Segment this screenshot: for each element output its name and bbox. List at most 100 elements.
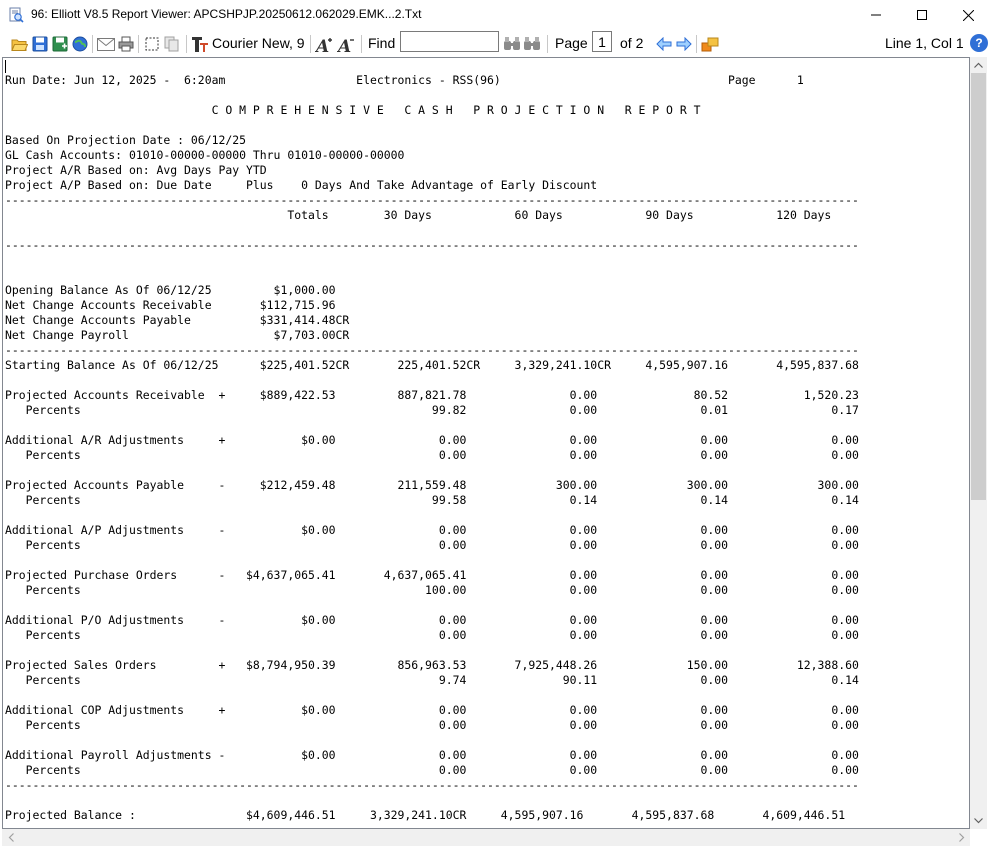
previous-page-button[interactable] bbox=[655, 34, 672, 54]
scroll-up-button[interactable] bbox=[970, 57, 987, 73]
font-larger-icon: A bbox=[315, 37, 332, 53]
report-line: GL Cash Accounts: 01010-00000-00000 Thru… bbox=[5, 148, 405, 162]
report-line: Projected Sales Orders + $8,794,950.39 8… bbox=[5, 658, 859, 672]
save-button[interactable] bbox=[31, 34, 49, 54]
report-line: Percents 0.00 0.00 0.00 0.00 bbox=[5, 628, 859, 642]
copy-button[interactable] bbox=[163, 34, 181, 54]
maximize-icon bbox=[917, 10, 927, 20]
toolbar-separator bbox=[696, 35, 697, 53]
chevron-down-icon bbox=[974, 818, 983, 824]
font-icon bbox=[192, 36, 208, 52]
minimize-icon bbox=[871, 14, 881, 16]
minimize-button[interactable] bbox=[853, 0, 899, 30]
report-line: C O M P R E H E N S I V E C A S H P R O … bbox=[5, 103, 701, 117]
report-line: Run Date: Jun 12, 2025 - 6:20am Electron… bbox=[5, 73, 804, 87]
increase-font-button[interactable]: A bbox=[315, 34, 333, 54]
chevron-up-icon bbox=[974, 62, 983, 68]
report-line: ----------------------------------------… bbox=[5, 778, 859, 792]
select-icon bbox=[145, 37, 159, 51]
find-prev-icon bbox=[504, 37, 520, 50]
email-button[interactable] bbox=[96, 34, 116, 54]
report-viewer-pane[interactable]: Run Date: Jun 12, 2025 - 6:20am Electron… bbox=[2, 57, 970, 829]
globe-icon bbox=[72, 36, 88, 52]
report-line: Percents 99.82 0.00 0.01 0.17 bbox=[5, 403, 859, 417]
report-line: Percents 9.74 90.11 0.00 0.14 bbox=[5, 673, 859, 687]
report-viewer-app-icon bbox=[9, 7, 24, 23]
copy-icon bbox=[164, 36, 179, 52]
svg-text:A: A bbox=[315, 37, 329, 53]
help-icon: ? bbox=[975, 36, 983, 50]
report-line: Starting Balance As Of 06/12/25 $225,401… bbox=[5, 358, 859, 372]
report-line: Net Change Accounts Payable $331,414.48C… bbox=[5, 313, 350, 327]
report-line: Percents 0.00 0.00 0.00 0.00 bbox=[5, 718, 859, 732]
scroll-left-button[interactable] bbox=[2, 829, 19, 846]
title-bar: 96: Elliott V8.5 Report Viewer: APCSHPJP… bbox=[0, 0, 992, 30]
next-page-icon bbox=[676, 37, 692, 51]
report-line: Projected Accounts Payable - $212,459.48… bbox=[5, 478, 859, 492]
next-page-button[interactable] bbox=[675, 34, 692, 54]
report-line: Project A/R Based on: Avg Days Pay YTD bbox=[5, 163, 267, 177]
window-title: 96: Elliott V8.5 Report Viewer: APCSHPJP… bbox=[31, 7, 422, 21]
report-line: Projected Accounts Receivable + $889,422… bbox=[5, 388, 859, 402]
open-button[interactable] bbox=[10, 34, 28, 54]
report-line: Projected Purchase Orders - $4,637,065.4… bbox=[5, 568, 859, 582]
report-line: Percents 99.58 0.14 0.14 0.14 bbox=[5, 493, 859, 507]
toolbar-separator bbox=[310, 35, 311, 53]
report-line: ----------------------------------------… bbox=[5, 343, 859, 357]
report-line: Based On Projection Date : 06/12/25 bbox=[5, 133, 247, 147]
print-icon bbox=[118, 36, 134, 52]
report-line: Additional COP Adjustments + $0.00 0.00 … bbox=[5, 703, 859, 717]
page-label: Page bbox=[555, 35, 588, 51]
report-line: ----------------------------------------… bbox=[5, 193, 859, 207]
email-icon bbox=[97, 37, 115, 51]
cursor-position-status: Line 1, Col 1 bbox=[885, 35, 964, 51]
web-button[interactable] bbox=[71, 34, 89, 54]
page-count-label: of 2 bbox=[620, 35, 644, 51]
report-line: Net Change Accounts Receivable $112,715.… bbox=[5, 298, 336, 312]
toolbar-separator bbox=[361, 35, 362, 53]
report-line: Percents 0.00 0.00 0.00 0.00 bbox=[5, 763, 859, 777]
decrease-font-button[interactable]: A bbox=[337, 34, 355, 54]
find-next-button[interactable] bbox=[523, 34, 541, 54]
save-as-button[interactable] bbox=[51, 34, 69, 54]
report-line: Additional A/P Adjustments - $0.00 0.00 … bbox=[5, 523, 859, 537]
toolbar-separator bbox=[138, 35, 139, 53]
export-button[interactable] bbox=[700, 34, 719, 54]
report-line: ----------------------------------------… bbox=[5, 238, 859, 252]
maximize-button[interactable] bbox=[899, 0, 945, 30]
report-line: Projected Balance : $4,609,446.51 3,329,… bbox=[5, 808, 846, 822]
find-next-icon bbox=[524, 37, 540, 50]
chevron-right-icon bbox=[958, 833, 964, 842]
report-line: Totals 30 Days 60 Days 90 Days 120 Days bbox=[5, 208, 832, 222]
report-line: Additional Payroll Adjustments - $0.00 0… bbox=[5, 748, 859, 762]
save-icon bbox=[32, 36, 48, 52]
report-line: Opening Balance As Of 06/12/25 $1,000.00 bbox=[5, 283, 336, 297]
page-number-input[interactable] bbox=[592, 31, 612, 52]
help-button[interactable]: ? bbox=[970, 34, 988, 52]
text-caret bbox=[5, 60, 6, 73]
find-input[interactable] bbox=[400, 31, 499, 52]
find-previous-button[interactable] bbox=[503, 34, 521, 54]
report-line: Project A/P Based on: Due Date Plus 0 Da… bbox=[5, 178, 598, 192]
chevron-left-icon bbox=[8, 833, 14, 842]
toolbar-separator bbox=[186, 35, 187, 53]
vertical-scroll-thumb[interactable] bbox=[971, 73, 986, 500]
find-label: Find bbox=[368, 35, 396, 51]
scroll-right-button[interactable] bbox=[953, 829, 970, 846]
prev-page-icon bbox=[655, 37, 671, 51]
close-button[interactable] bbox=[945, 0, 991, 30]
report-line: Additional A/R Adjustments + $0.00 0.00 … bbox=[5, 433, 859, 447]
font-button[interactable] bbox=[191, 34, 209, 54]
print-button[interactable] bbox=[117, 34, 135, 54]
report-line: Percents 0.00 0.00 0.00 0.00 bbox=[5, 448, 859, 462]
folder-open-icon bbox=[10, 39, 28, 51]
report-line: Net Change Payroll $7,703.00CR bbox=[5, 328, 350, 342]
select-all-button[interactable] bbox=[143, 34, 161, 54]
horizontal-scrollbar[interactable] bbox=[2, 829, 970, 846]
report-line: Percents 0.00 0.00 0.00 0.00 bbox=[5, 538, 859, 552]
report-text[interactable]: Run Date: Jun 12, 2025 - 6:20am Electron… bbox=[5, 73, 859, 828]
close-icon bbox=[962, 9, 974, 21]
scroll-down-button[interactable] bbox=[970, 813, 987, 829]
font-name-label: Courier New, 9 bbox=[212, 35, 305, 51]
report-line: Percents 100.00 0.00 0.00 0.00 bbox=[5, 583, 859, 597]
